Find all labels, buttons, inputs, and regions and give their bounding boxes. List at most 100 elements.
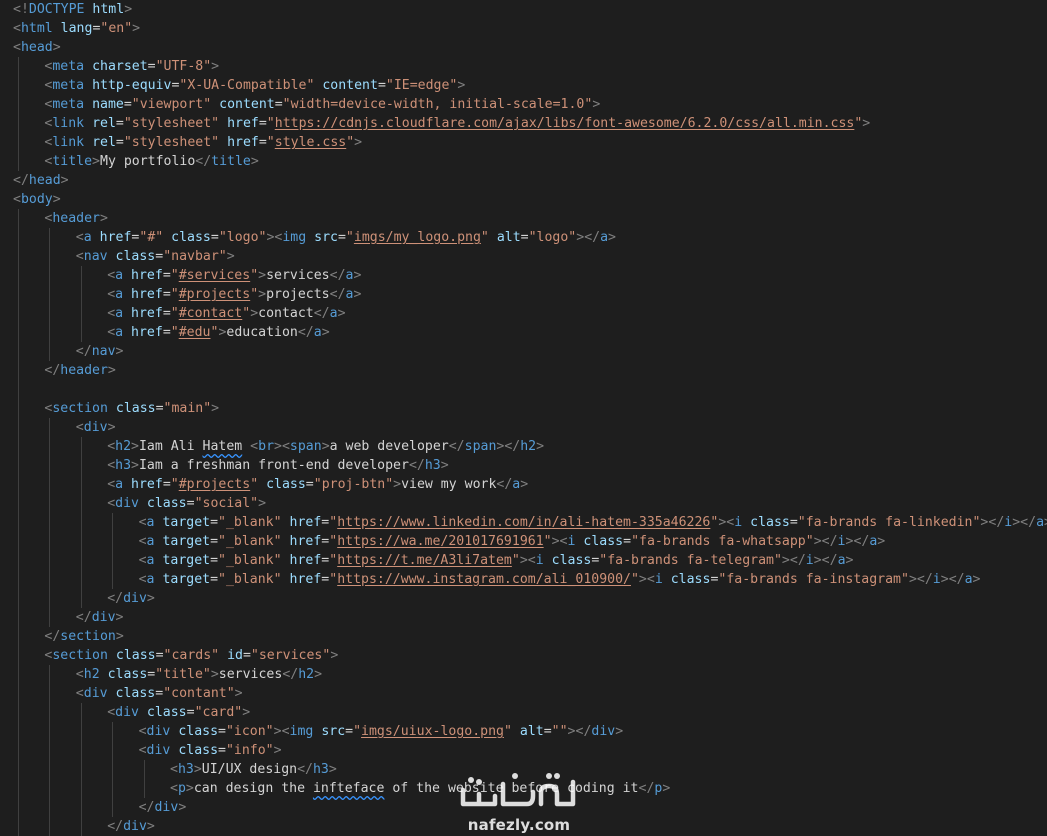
text-token: = bbox=[218, 724, 226, 739]
tag-token: meta bbox=[52, 59, 85, 74]
code-line[interactable]: </div> bbox=[0, 798, 1047, 817]
punctuation-token: </ bbox=[75, 610, 92, 625]
code-line[interactable] bbox=[0, 380, 1047, 399]
code-line[interactable]: <a target="_blank" href="https://www.ins… bbox=[0, 570, 1047, 589]
punctuation-token: </ bbox=[44, 629, 61, 644]
code-line[interactable]: <section class="cards" id="services"> bbox=[0, 646, 1047, 665]
code-line[interactable]: <div class="info"> bbox=[0, 741, 1047, 760]
indent-guide bbox=[112, 570, 114, 589]
string-token: " bbox=[170, 306, 179, 321]
string-token: "title" bbox=[155, 667, 211, 682]
code-line[interactable]: </nav> bbox=[0, 342, 1047, 361]
code-line[interactable]: </header> bbox=[0, 361, 1047, 380]
code-line[interactable]: <header> bbox=[0, 209, 1047, 228]
code-line[interactable]: <a target="_blank" href="https://wa.me/2… bbox=[0, 532, 1047, 551]
code-line[interactable]: <a href="#services">services</a> bbox=[0, 266, 1047, 285]
text-token: = bbox=[258, 135, 267, 150]
tag-token: a bbox=[115, 287, 124, 302]
code-line[interactable]: <h3>Iam a freshman front-end developer</… bbox=[0, 456, 1047, 475]
string-token: " bbox=[329, 534, 338, 549]
code-line[interactable]: <a href="#contact">contact</a> bbox=[0, 304, 1047, 323]
string-token: " bbox=[250, 287, 259, 302]
code-line[interactable]: <head> bbox=[0, 38, 1047, 57]
tag-token: a bbox=[115, 268, 124, 283]
code-line[interactable]: <html lang="en"> bbox=[0, 19, 1047, 38]
indent-guide bbox=[18, 779, 19, 798]
link-token: #projects bbox=[178, 287, 251, 302]
punctuation-token: > bbox=[115, 629, 124, 644]
tag-token: i bbox=[805, 553, 814, 568]
code-line[interactable]: <a href="#projects" class="proj-btn">vie… bbox=[0, 475, 1047, 494]
code-line[interactable]: <nav class="navbar"> bbox=[0, 247, 1047, 266]
string-token: "cards" bbox=[163, 648, 220, 663]
code-line[interactable]: <div class="social"> bbox=[0, 494, 1047, 513]
punctuation-token: </ bbox=[75, 344, 92, 359]
tag-token: i bbox=[535, 553, 544, 568]
string-token: "_blank" bbox=[218, 534, 282, 549]
code-line[interactable]: <a href="#" class="logo"><img src="imgs/… bbox=[0, 228, 1047, 247]
code-line[interactable]: </section> bbox=[0, 627, 1047, 646]
code-line[interactable]: <a target="_blank" href="https://www.lin… bbox=[0, 513, 1047, 532]
code-line[interactable]: <link rel="stylesheet" href="https://cdn… bbox=[0, 114, 1047, 133]
punctuation-token: < bbox=[527, 553, 536, 568]
code-line[interactable]: </div> bbox=[0, 589, 1047, 608]
punctuation-token: > bbox=[193, 762, 202, 777]
code-line[interactable]: <a target="_blank" href="https://t.me/A3… bbox=[0, 551, 1047, 570]
code-line[interactable]: <!DOCTYPE html> bbox=[0, 0, 1047, 19]
code-line[interactable]: <div class="icon"><img src="imgs/uiux-lo… bbox=[0, 722, 1047, 741]
code-line[interactable]: <a href="#projects">projects</a> bbox=[0, 285, 1047, 304]
string-token: "main" bbox=[163, 401, 212, 416]
code-line[interactable]: <meta charset="UTF-8"> bbox=[0, 57, 1047, 76]
indent-guide bbox=[18, 361, 19, 380]
text-token: = bbox=[623, 534, 632, 549]
indent-guide bbox=[18, 247, 19, 266]
code-line[interactable]: <div> bbox=[0, 418, 1047, 437]
punctuation-token: > bbox=[185, 781, 194, 796]
indent-guide bbox=[18, 95, 19, 114]
code-line[interactable]: <link rel="stylesheet" href="style.css"> bbox=[0, 133, 1047, 152]
text-token: = bbox=[186, 496, 195, 511]
code-line[interactable]: <h2>Iam Ali Hatem <br><span>a web develo… bbox=[0, 437, 1047, 456]
tag-token: span bbox=[464, 439, 497, 454]
punctuation-token: > bbox=[132, 21, 141, 36]
punctuation-token: > bbox=[328, 762, 337, 777]
code-line[interactable]: <meta name="viewport" content="width=dev… bbox=[0, 95, 1047, 114]
code-line[interactable]: <h3>UI/UX design</h3> bbox=[0, 760, 1047, 779]
code-line[interactable]: <body> bbox=[0, 190, 1047, 209]
code-line[interactable]: <title>My portfolio</title> bbox=[0, 152, 1047, 171]
text-token: of the website before coding it bbox=[384, 781, 639, 796]
indent-guide bbox=[112, 798, 114, 817]
code-line[interactable]: <section class="main"> bbox=[0, 399, 1047, 418]
indent-guide bbox=[80, 798, 82, 817]
text-token: = bbox=[305, 477, 314, 492]
code-lines[interactable]: <!DOCTYPE html> <html lang="en"> <head> <me… bbox=[0, 0, 1047, 836]
code-line[interactable]: <p>can design the infteface of the websi… bbox=[0, 779, 1047, 798]
punctuation-token: < bbox=[250, 439, 259, 454]
punctuation-token: </ bbox=[988, 515, 1005, 530]
code-line[interactable]: <h2 class="title">services</h2> bbox=[0, 665, 1047, 684]
attribute-token: name bbox=[92, 97, 124, 112]
tag-token: p bbox=[177, 781, 186, 796]
code-line[interactable]: </head> bbox=[0, 171, 1047, 190]
code-editor[interactable]: <!DOCTYPE html> <html lang="en"> <head> <me… bbox=[0, 0, 1047, 836]
string-token: "info" bbox=[225, 743, 274, 758]
code-line[interactable]: </div> bbox=[0, 608, 1047, 627]
code-line[interactable]: <a href="#edu">education</a> bbox=[0, 323, 1047, 342]
code-line[interactable]: <div class="card"> bbox=[0, 703, 1047, 722]
punctuation-token: > bbox=[908, 572, 917, 587]
text-token: services bbox=[266, 268, 330, 283]
indent-guide bbox=[80, 304, 82, 323]
code-line[interactable]: <meta http-equiv="X-UA-Compatible" conte… bbox=[0, 76, 1047, 95]
code-line[interactable]: <div class="contant"> bbox=[0, 684, 1047, 703]
code-line[interactable]: </div> bbox=[0, 817, 1047, 836]
indent-guide bbox=[18, 133, 19, 152]
indent-guide bbox=[18, 380, 19, 399]
punctuation-token: </ bbox=[916, 572, 933, 587]
indent-guide bbox=[18, 665, 19, 684]
